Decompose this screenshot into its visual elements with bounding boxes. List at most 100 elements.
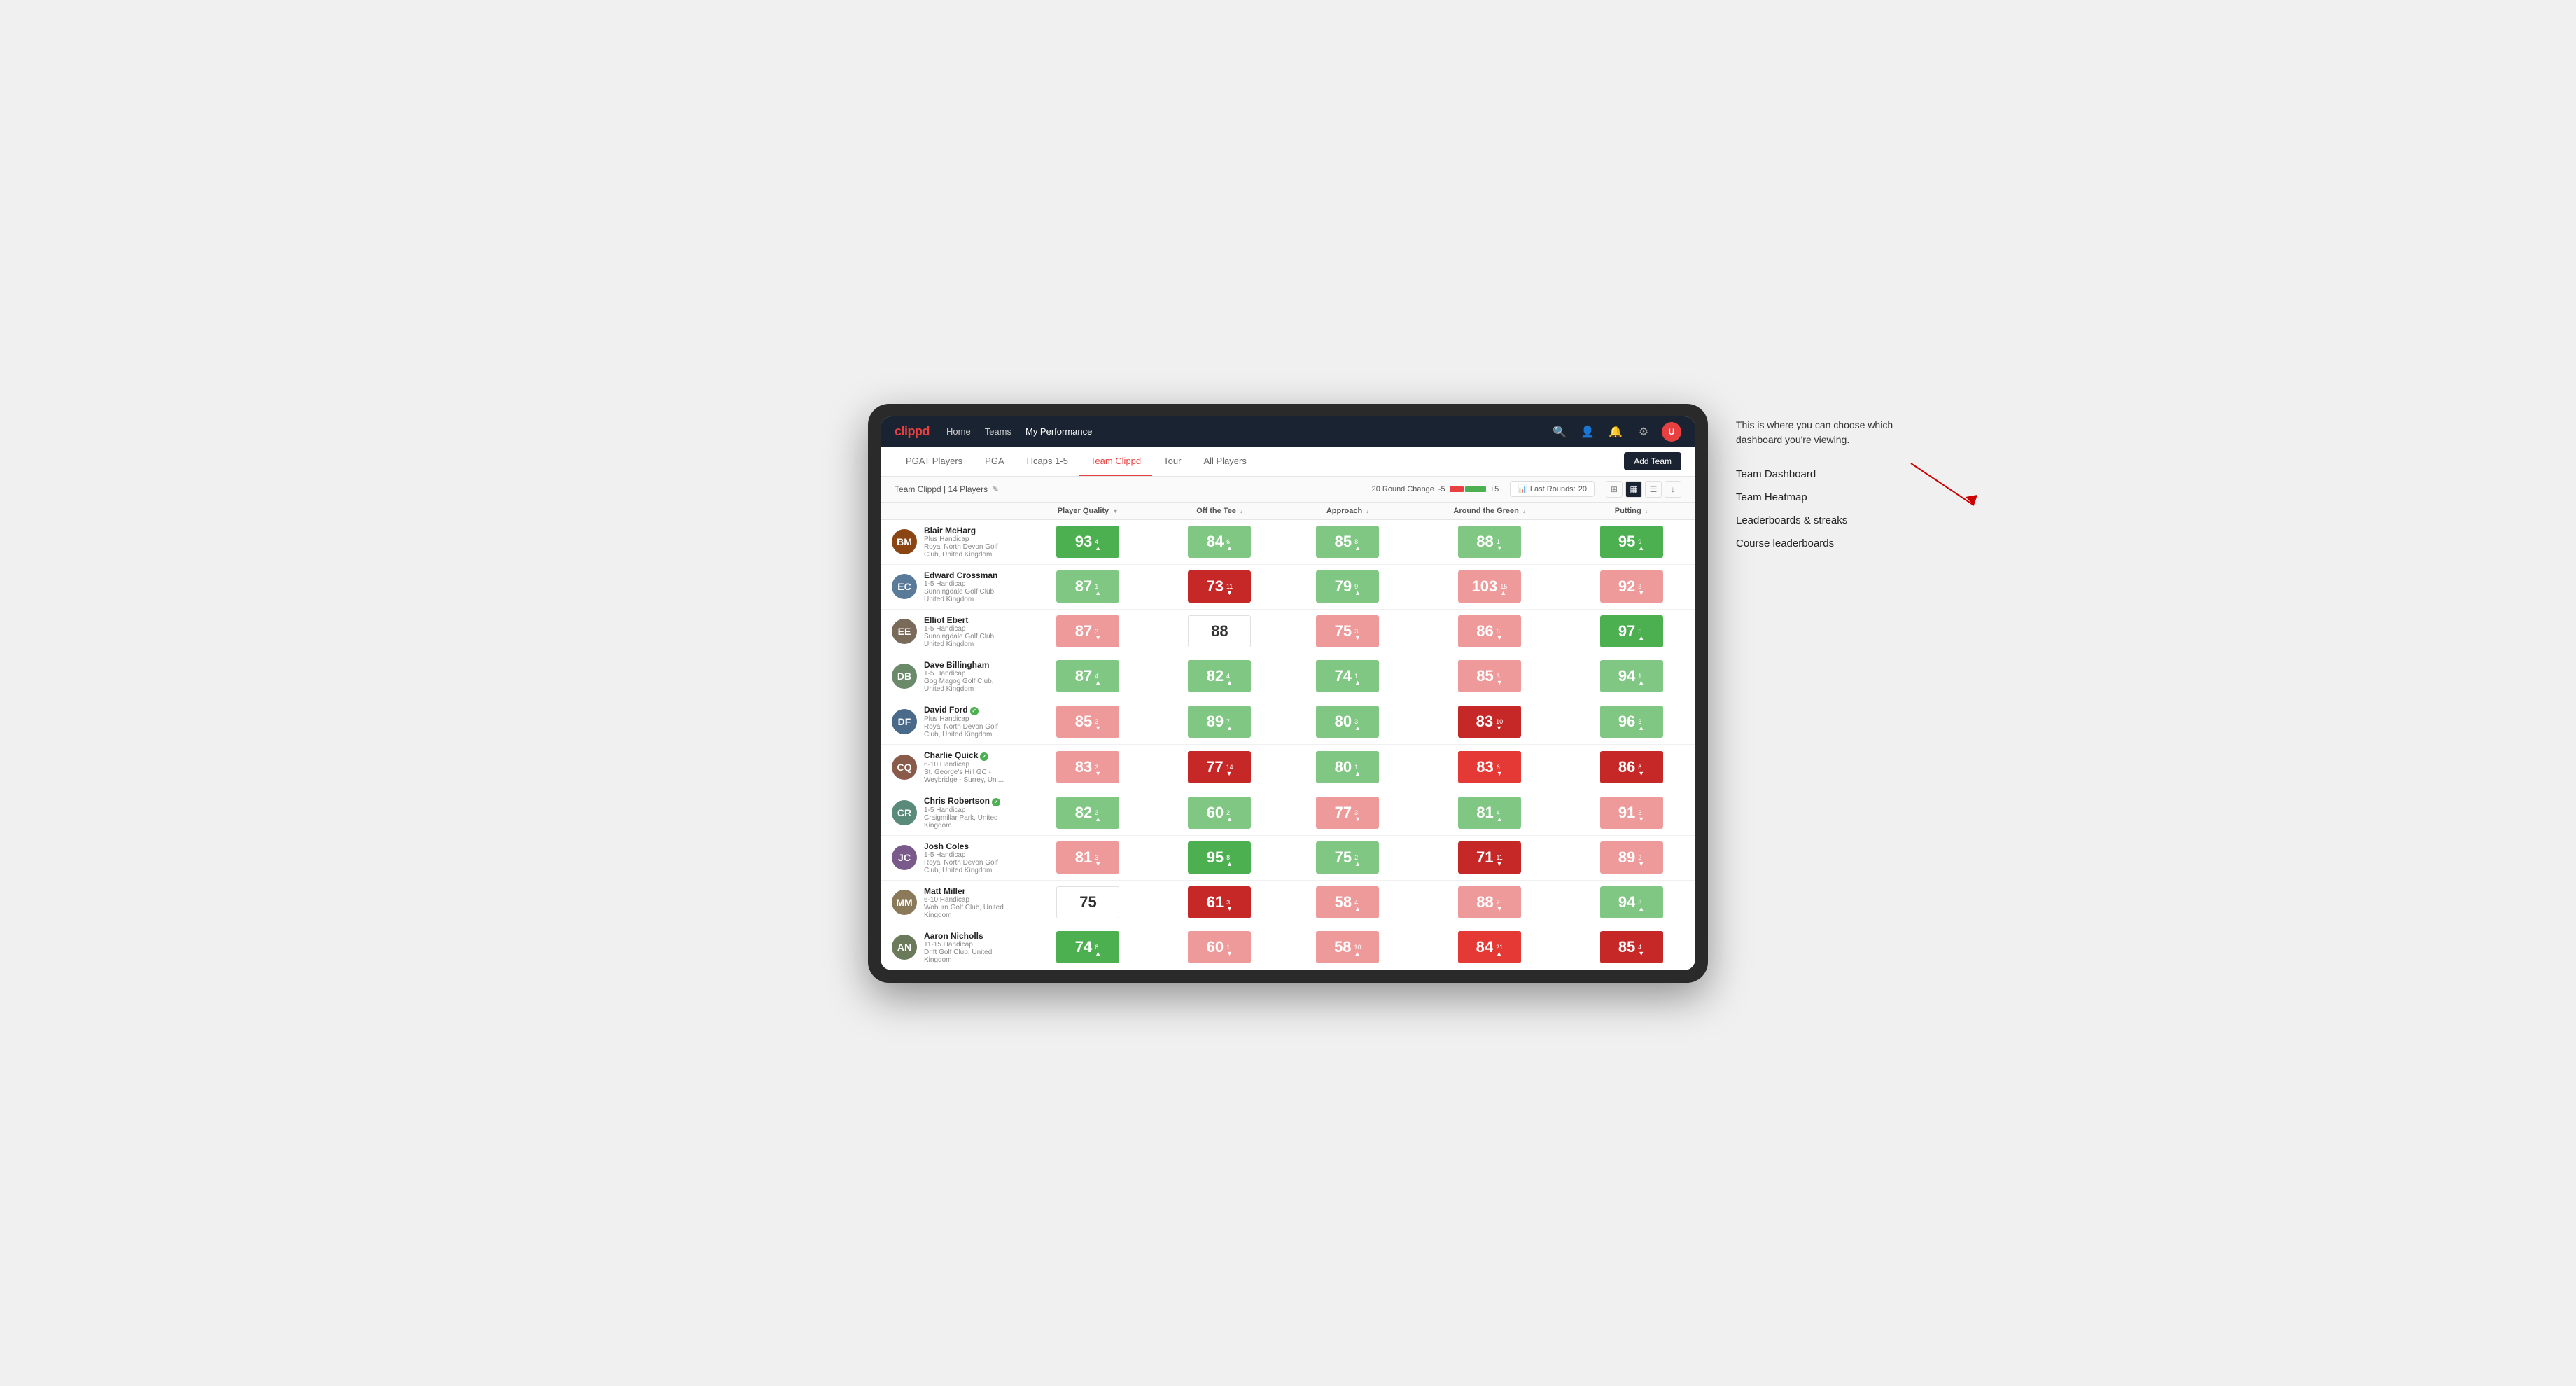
player-cell-3[interactable]: DBDave Billingham1-5 HandicapGog Magog G… [881, 654, 1021, 699]
player-cell-0[interactable]: BMBlair McHargPlus HandicapRoyal North D… [881, 519, 1021, 564]
subnav-tab-hcaps-1-5[interactable]: Hcaps 1-5 [1016, 447, 1079, 476]
score-change: 6▲ [1226, 539, 1233, 552]
score-change: 8▼ [1638, 764, 1644, 777]
score-box: 868▼ [1600, 751, 1663, 783]
score-box: 975▲ [1600, 615, 1663, 648]
table-row: EEElliot Ebert1-5 HandicapSunningdale Go… [881, 609, 1695, 654]
user-avatar[interactable]: U [1662, 422, 1681, 442]
player-cell-8[interactable]: MMMatt Miller6-10 HandicapWoburn Golf Cl… [881, 880, 1021, 925]
player-handicap: Plus Handicap [924, 715, 1009, 723]
score-cell-3: 853▼ [1412, 654, 1567, 699]
scores-table: Player Quality ▼ Off the Tee ↓ Approach … [881, 503, 1695, 970]
off-tee-col-header[interactable]: Off the Tee ↓ [1156, 503, 1284, 520]
grid-view-icon[interactable]: ⊞ [1606, 481, 1623, 498]
subnav-tab-tour[interactable]: Tour [1152, 447, 1192, 476]
score-change: 10▲ [1354, 944, 1362, 957]
player-name: Josh Coles [924, 841, 1009, 851]
player-club: Royal North Devon Golf Club, United King… [924, 543, 1009, 559]
add-team-button[interactable]: Add Team [1624, 452, 1681, 470]
heatmap-view-icon[interactable]: ▦ [1625, 481, 1642, 498]
settings-icon[interactable]: ⚙ [1634, 422, 1653, 442]
player-avatar: AN [892, 934, 917, 960]
player-club: Woburn Golf Club, United Kingdom [924, 904, 1009, 919]
score-box: 602▲ [1188, 797, 1251, 829]
nav-link-my-performance[interactable]: My Performance [1026, 424, 1092, 440]
player-club: Royal North Devon Golf Club, United King… [924, 859, 1009, 874]
score-cell-4: 868▼ [1567, 744, 1695, 790]
score-value: 75 [1335, 622, 1352, 640]
nav-icons: 🔍 👤 🔔 ⚙ U [1550, 422, 1681, 442]
edit-icon[interactable]: ✎ [992, 484, 999, 494]
last-rounds-button[interactable]: 📊 Last Rounds: 20 [1510, 481, 1595, 497]
score-cell-0: 873▼ [1021, 609, 1156, 654]
score-cell-2: 773▼ [1284, 790, 1412, 835]
score-box: 897▲ [1188, 706, 1251, 738]
search-icon[interactable]: 🔍 [1550, 422, 1569, 442]
subnav-tab-pga[interactable]: PGA [974, 447, 1015, 476]
player-cell-5[interactable]: CQCharlie Quick✓6-10 HandicapSt. George'… [881, 744, 1021, 790]
around-green-col-header[interactable]: Around the Green ↓ [1412, 503, 1567, 520]
score-box: 613▼ [1188, 886, 1251, 918]
player-cell-1[interactable]: ECEdward Crossman1-5 HandicapSunningdale… [881, 564, 1021, 609]
score-box: 584▲ [1316, 886, 1379, 918]
score-cell-4: 941▲ [1567, 654, 1695, 699]
player-col-header [881, 503, 1021, 520]
score-cell-4: 854▼ [1567, 925, 1695, 969]
subnav-tab-all-players[interactable]: All Players [1192, 447, 1257, 476]
nav-link-teams[interactable]: Teams [985, 424, 1011, 440]
score-cell-0: 75 [1021, 880, 1156, 925]
score-change: 3▲ [1095, 810, 1101, 822]
list-view-icon[interactable]: ☰ [1645, 481, 1662, 498]
score-box: 854▼ [1600, 931, 1663, 963]
score-change: 9▲ [1638, 539, 1644, 552]
score-value: 87 [1075, 667, 1092, 685]
score-value: 75 [1335, 848, 1352, 867]
player-avatar: CR [892, 800, 917, 825]
score-change: 2▲ [1226, 810, 1233, 822]
approach-col-header[interactable]: Approach ↓ [1284, 503, 1412, 520]
score-cell-0: 813▼ [1021, 835, 1156, 880]
score-box: 881▼ [1458, 526, 1521, 558]
round-change-bar [1450, 486, 1486, 492]
subnav-tab-team-clippd[interactable]: Team Clippd [1079, 447, 1152, 476]
player-cell-4[interactable]: DFDavid Ford✓Plus HandicapRoyal North De… [881, 699, 1021, 744]
score-box: 7111▼ [1458, 841, 1521, 874]
player-handicap: 1-5 Handicap [924, 806, 1009, 814]
score-cell-4: 975▲ [1567, 609, 1695, 654]
score-value: 92 [1618, 578, 1635, 596]
putting-col-header[interactable]: Putting ↓ [1567, 503, 1695, 520]
player-cell-6[interactable]: CRChris Robertson✓1-5 HandicapCraigmilla… [881, 790, 1021, 835]
score-box: 882▼ [1458, 886, 1521, 918]
table-row: JCJosh Coles1-5 HandicapRoyal North Devo… [881, 835, 1695, 880]
score-box: 753▼ [1316, 615, 1379, 648]
player-name: Elliot Ebert [924, 615, 1009, 625]
score-cell-1: 824▲ [1156, 654, 1284, 699]
player-handicap: 1-5 Handicap [924, 625, 1009, 633]
player-quality-col-header[interactable]: Player Quality ▼ [1021, 503, 1156, 520]
round-change: 20 Round Change -5 +5 [1372, 485, 1499, 493]
score-value: 94 [1618, 893, 1635, 911]
player-avatar: MM [892, 890, 917, 915]
score-cell-4: 913▼ [1567, 790, 1695, 835]
score-box: 853▼ [1458, 660, 1521, 692]
nav-link-home[interactable]: Home [946, 424, 971, 440]
score-cell-3: 7111▼ [1412, 835, 1567, 880]
player-name: Edward Crossman [924, 570, 1009, 580]
download-icon[interactable]: ↓ [1665, 481, 1681, 498]
score-value: 86 [1618, 758, 1635, 776]
score-change: 1▼ [1226, 944, 1233, 957]
bell-icon[interactable]: 🔔 [1606, 422, 1625, 442]
score-change: 11▼ [1496, 855, 1502, 867]
player-cell-9[interactable]: ANAaron Nicholls11-15 HandicapDrift Golf… [881, 925, 1021, 969]
player-cell-7[interactable]: JCJosh Coles1-5 HandicapRoyal North Devo… [881, 835, 1021, 880]
score-change: 1▲ [1354, 673, 1361, 686]
score-cell-4: 892▼ [1567, 835, 1695, 880]
person-icon[interactable]: 👤 [1578, 422, 1597, 442]
score-value: 81 [1476, 804, 1493, 822]
score-change: 11▼ [1226, 584, 1233, 596]
subnav-tab-pgat-players[interactable]: PGAT Players [895, 447, 974, 476]
player-club: Royal North Devon Golf Club, United King… [924, 723, 1009, 738]
player-name: Charlie Quick✓ [924, 750, 1009, 761]
player-cell-2[interactable]: EEElliot Ebert1-5 HandicapSunningdale Go… [881, 609, 1021, 654]
score-change: 3▼ [1638, 810, 1644, 822]
